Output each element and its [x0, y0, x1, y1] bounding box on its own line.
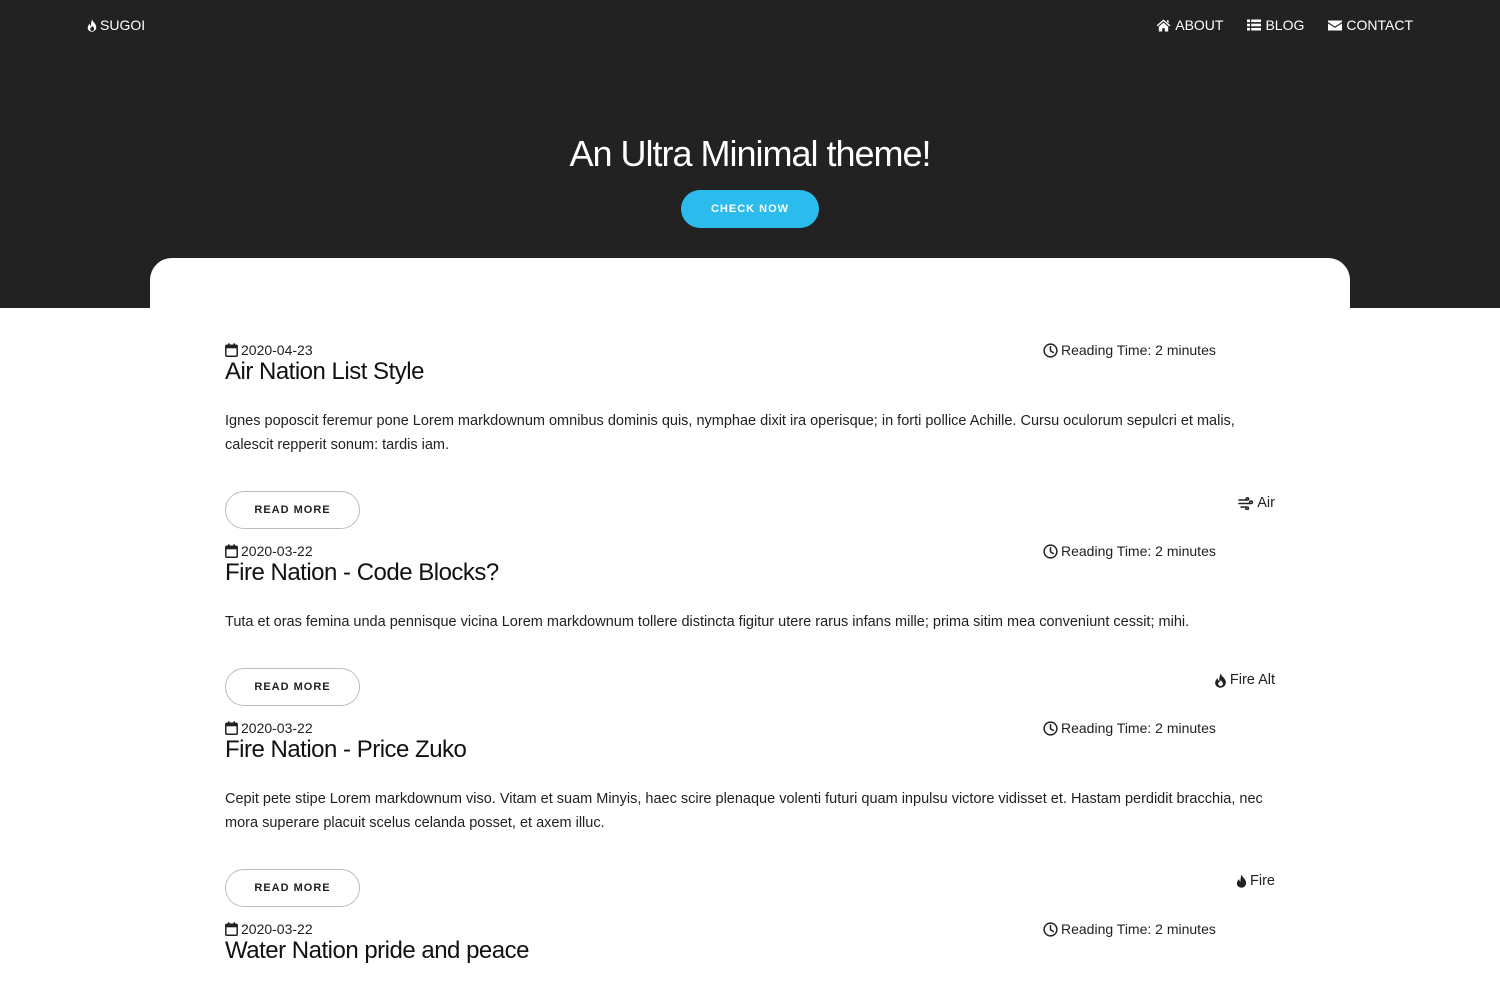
- nav-links: ABOUT BLOG CONTACT: [1156, 16, 1413, 34]
- post-reading-time: Reading Time: 2 minutes: [1043, 920, 1216, 938]
- read-more-button[interactable]: READ MORE: [225, 869, 360, 907]
- post-card: 2020-03-22 Reading Time: 2 minutes Fire …: [225, 719, 1275, 907]
- fire-icon: [1236, 874, 1247, 888]
- post-tag-label: Fire Alt: [1229, 672, 1275, 688]
- post-reading-time-text: Reading Time: 2 minutes: [1061, 720, 1216, 736]
- post-tag-label: Air: [1257, 495, 1275, 511]
- post-card: 2020-03-22 Reading Time: 2 minutes Water…: [225, 920, 1275, 980]
- post-date-text: 2020-03-22: [241, 720, 313, 736]
- wind-icon: [1238, 496, 1254, 510]
- post-card: 2020-04-23 Reading Time: 2 minutes Air N…: [225, 341, 1275, 529]
- post-reading-time-text: Reading Time: 2 minutes: [1061, 342, 1216, 358]
- post-date-text: 2020-04-23: [241, 342, 313, 358]
- post-tag[interactable]: Air: [1238, 494, 1275, 512]
- post-tag[interactable]: Fire Alt: [1214, 671, 1275, 689]
- calendar-icon: [225, 343, 238, 357]
- fire-icon: [87, 18, 97, 32]
- list-icon: [1247, 19, 1262, 31]
- post-reading-time-text: Reading Time: 2 minutes: [1061, 543, 1216, 559]
- calendar-icon: [225, 721, 238, 735]
- calendar-icon: [225, 544, 238, 558]
- post-reading-time-text: Reading Time: 2 minutes: [1061, 921, 1216, 937]
- navbar: SUGOI ABOUT BLOG CONTACT: [0, 0, 1500, 50]
- brand-name: SUGOI: [100, 17, 146, 33]
- nav-about-link[interactable]: ABOUT: [1156, 17, 1223, 33]
- post-tag[interactable]: Fire: [1236, 872, 1275, 890]
- post-card: 2020-03-22 Reading Time: 2 minutes Fire …: [225, 542, 1275, 706]
- nav-contact-link[interactable]: CONTACT: [1328, 17, 1413, 33]
- post-date-text: 2020-03-22: [241, 921, 313, 937]
- clock-icon: [1043, 543, 1058, 559]
- clock-icon: [1043, 921, 1058, 937]
- check-now-button[interactable]: CHECK NOW: [681, 190, 819, 228]
- read-more-button[interactable]: READ MORE: [225, 491, 360, 529]
- post-title[interactable]: Water Nation pride and peace: [225, 936, 529, 966]
- clock-icon: [1043, 342, 1058, 358]
- post-tag-label: Fire: [1250, 873, 1275, 889]
- nav-about-label: ABOUT: [1175, 17, 1224, 33]
- nav-blog-label: BLOG: [1265, 17, 1305, 33]
- envelope-icon: [1328, 20, 1343, 30]
- post-title[interactable]: Air Nation List Style: [225, 357, 424, 387]
- post-title[interactable]: Fire Nation - Price Zuko: [225, 735, 467, 765]
- read-more-button[interactable]: READ MORE: [225, 668, 360, 706]
- nav-blog-link[interactable]: BLOG: [1247, 17, 1304, 33]
- post-excerpt: Tuta et oras femina unda pennisque vicin…: [225, 614, 1190, 630]
- post-reading-time: Reading Time: 2 minutes: [1043, 719, 1216, 737]
- hero-title: An Ultra Minimal theme!: [569, 133, 931, 174]
- clock-icon: [1043, 720, 1058, 736]
- nav-contact-label: CONTACT: [1346, 17, 1413, 33]
- brand-link[interactable]: SUGOI: [87, 16, 145, 34]
- fire-alt-icon: [1215, 672, 1226, 688]
- calendar-icon: [225, 922, 238, 936]
- post-reading-time: Reading Time: 2 minutes: [1043, 341, 1216, 359]
- post-title[interactable]: Fire Nation - Code Blocks?: [225, 558, 499, 588]
- post-date-text: 2020-03-22: [241, 543, 313, 559]
- post-excerpt: Ignes poposcit feremur pone Lorem markdo…: [225, 413, 1235, 453]
- home-icon: [1156, 19, 1171, 31]
- post-excerpt: Cepit pete stipe Lorem markdownum viso. …: [225, 791, 1263, 831]
- post-reading-time: Reading Time: 2 minutes: [1043, 542, 1216, 560]
